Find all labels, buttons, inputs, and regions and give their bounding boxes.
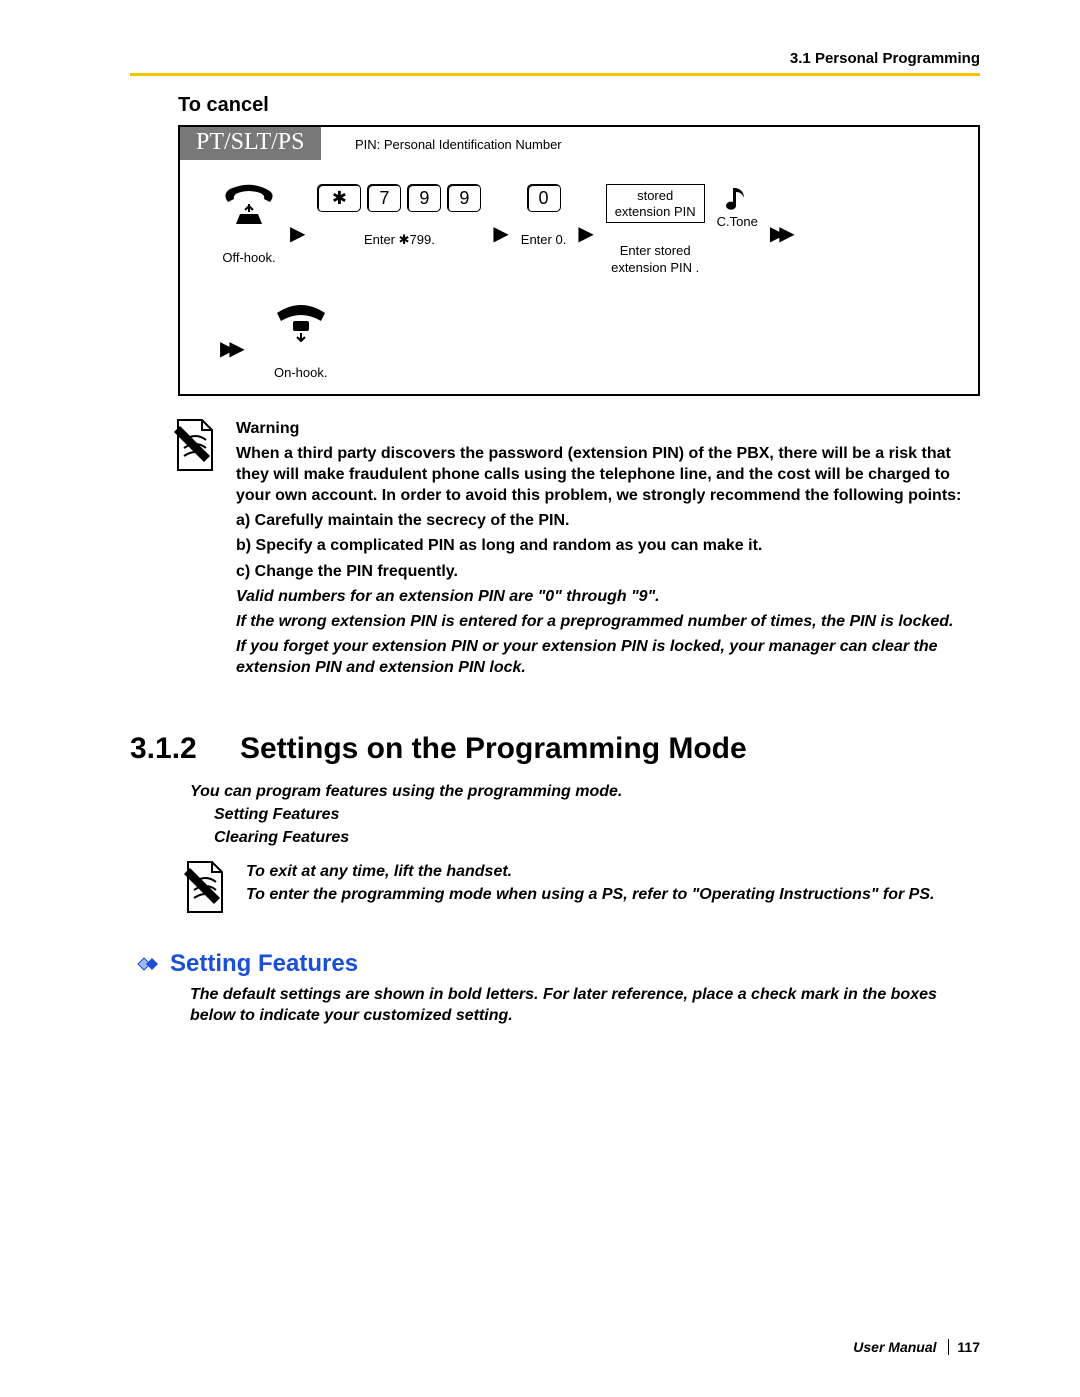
valid-pin-note: Valid numbers for an extension PIN are "… xyxy=(236,586,980,607)
warning-point-b: b) Specify a complicated PIN as long and… xyxy=(236,535,980,556)
arrow-icon: ▶ xyxy=(578,215,593,246)
offhook-caption: Off-hook. xyxy=(222,250,275,267)
section-heading: 3.1.2Settings on the Programming Mode xyxy=(130,732,980,766)
to-cancel-heading: To cancel xyxy=(178,94,980,117)
double-arrow-icon: ▶▶ xyxy=(770,215,789,246)
key-0: 0 xyxy=(527,184,561,212)
warning-title: Warning xyxy=(236,418,980,439)
arrow-icon: ▶ xyxy=(493,215,508,246)
key-9: 9 xyxy=(407,184,441,212)
music-note-icon xyxy=(724,184,750,214)
note-icon xyxy=(182,860,228,916)
key-star: ✱ xyxy=(317,184,361,212)
enter-0-caption: Enter 0. xyxy=(521,232,567,249)
arrow-icon: ▶ xyxy=(290,215,305,246)
section-title: Settings on the Programming Mode xyxy=(240,732,747,765)
section-number: 3.1.2 xyxy=(130,732,240,766)
tip-ps-mode: To enter the programming mode when using… xyxy=(246,883,980,906)
key-9: 9 xyxy=(447,184,481,212)
warning-point-a: a) Carefully maintain the secrecy of the… xyxy=(236,510,980,531)
enter-799-caption: Enter ✱799. xyxy=(364,232,435,249)
ctone-label: C.Tone xyxy=(717,214,758,230)
diamond-bullet-icon xyxy=(130,953,162,975)
stored-pin-box: stored extension PIN xyxy=(606,184,705,223)
page-footer: User Manual 117 xyxy=(853,1339,980,1355)
keys-799: ✱ 7 9 9 xyxy=(317,184,481,212)
note-icon xyxy=(172,418,218,474)
link-setting-features: Setting Features xyxy=(214,803,980,826)
section-intro: You can program features using the progr… xyxy=(190,780,980,850)
onhook-caption: On-hook. xyxy=(274,365,327,382)
warning-body: When a third party discovers the passwor… xyxy=(236,443,980,506)
footer-page-number: 117 xyxy=(957,1339,980,1355)
footer-manual: User Manual xyxy=(853,1339,936,1355)
wrong-pin-note: If the wrong extension PIN is entered fo… xyxy=(236,611,980,632)
header-rule xyxy=(130,73,980,76)
header-section: 3.1 Personal Programming xyxy=(130,50,980,67)
stored-pin-caption: Enter stored extension PIN . xyxy=(611,243,699,277)
forget-pin-note: If you forget your extension PIN or your… xyxy=(236,636,980,678)
warning-point-c: c) Change the PIN frequently. xyxy=(236,561,980,582)
pin-definition: PIN: Personal Identification Number xyxy=(355,137,562,152)
key-7: 7 xyxy=(367,184,401,212)
device-type-tab: PT/SLT/PS xyxy=(180,127,321,160)
onhook-icon xyxy=(271,303,331,345)
setting-features-heading: Setting Features xyxy=(130,950,980,978)
stored-pin-line1: stored xyxy=(615,188,696,204)
stored-pin-line2: extension PIN xyxy=(615,204,696,220)
offhook-icon xyxy=(220,184,278,230)
procedure-box: PT/SLT/PS PIN: Personal Identification N… xyxy=(178,125,980,396)
tip-exit: To exit at any time, lift the handset. xyxy=(246,860,980,883)
defaults-note: The default settings are shown in bold l… xyxy=(190,984,980,1027)
link-clearing-features: Clearing Features xyxy=(214,826,980,849)
double-arrow-icon: ▶▶ xyxy=(220,324,239,361)
